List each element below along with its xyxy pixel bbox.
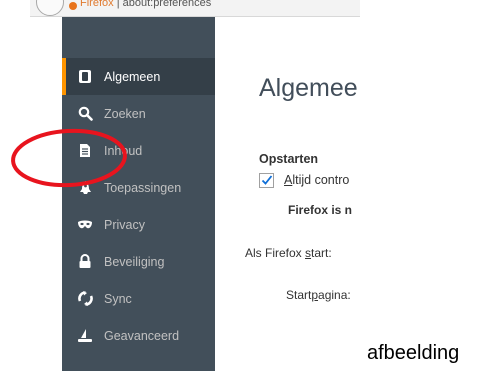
sidebar-item-sync[interactable]: Sync	[62, 280, 215, 317]
security-lock-icon	[77, 254, 93, 270]
sync-icon	[77, 291, 93, 307]
page-title: Algemee	[259, 74, 358, 102]
label-rest: agina:	[318, 288, 351, 302]
search-icon	[77, 106, 93, 122]
annotation-caption: afbeelding	[367, 342, 460, 364]
sidebar-item-geavanceerd[interactable]: Geavanceerd	[62, 317, 215, 354]
privacy-mask-icon	[77, 217, 93, 233]
sidebar-item-beveiliging[interactable]: Beveiliging	[62, 243, 215, 280]
url-text: about:preferences	[122, 0, 212, 9]
default-browser-warning: Firefox is n	[288, 203, 353, 217]
label-rest: tart:	[311, 246, 332, 260]
checkmark-icon	[261, 175, 273, 185]
startup-section-heading: Opstarten	[259, 152, 319, 166]
back-button[interactable]	[36, 0, 64, 16]
sidebar-item-privacy[interactable]: Privacy	[62, 206, 215, 243]
label-prefix: Als Firefox	[245, 246, 306, 260]
on-start-label: Als Firefox start:	[245, 246, 332, 260]
browser-toolbar: Firefox | about:preferences	[30, 0, 360, 17]
url-bar[interactable]: Firefox | about:preferences	[80, 0, 211, 9]
sidebar-item-label: Beveiliging	[104, 254, 165, 269]
default-browser-check-label[interactable]: Altijd contro	[284, 173, 349, 187]
sidebar-item-label: Geavanceerd	[104, 328, 180, 343]
label-rest: ltijd contro	[292, 173, 350, 187]
default-browser-checkbox[interactable]	[259, 173, 274, 188]
preferences-content: Algemee Opstarten Altijd contro Firefox …	[215, 17, 360, 371]
sidebar-item-algemeen[interactable]: Algemeen	[62, 58, 215, 95]
sidebar-item-label: Privacy	[104, 217, 145, 232]
sidebar-item-label: Algemeen	[104, 69, 161, 84]
homepage-label: Startpagina:	[286, 288, 351, 302]
preferences-sidebar: Algemeen Zoeken Inhoud Toepassingen Priv…	[62, 17, 215, 371]
general-icon	[77, 69, 93, 85]
sidebar-item-label: Zoeken	[104, 106, 146, 121]
advanced-wizard-icon	[77, 328, 93, 344]
url-brand: Firefox	[80, 0, 114, 9]
firefox-logo-icon	[69, 2, 77, 10]
sidebar-item-label: Sync	[104, 291, 132, 306]
label-prefix: Start	[286, 288, 312, 302]
highlight-circle-annotation	[11, 128, 127, 188]
